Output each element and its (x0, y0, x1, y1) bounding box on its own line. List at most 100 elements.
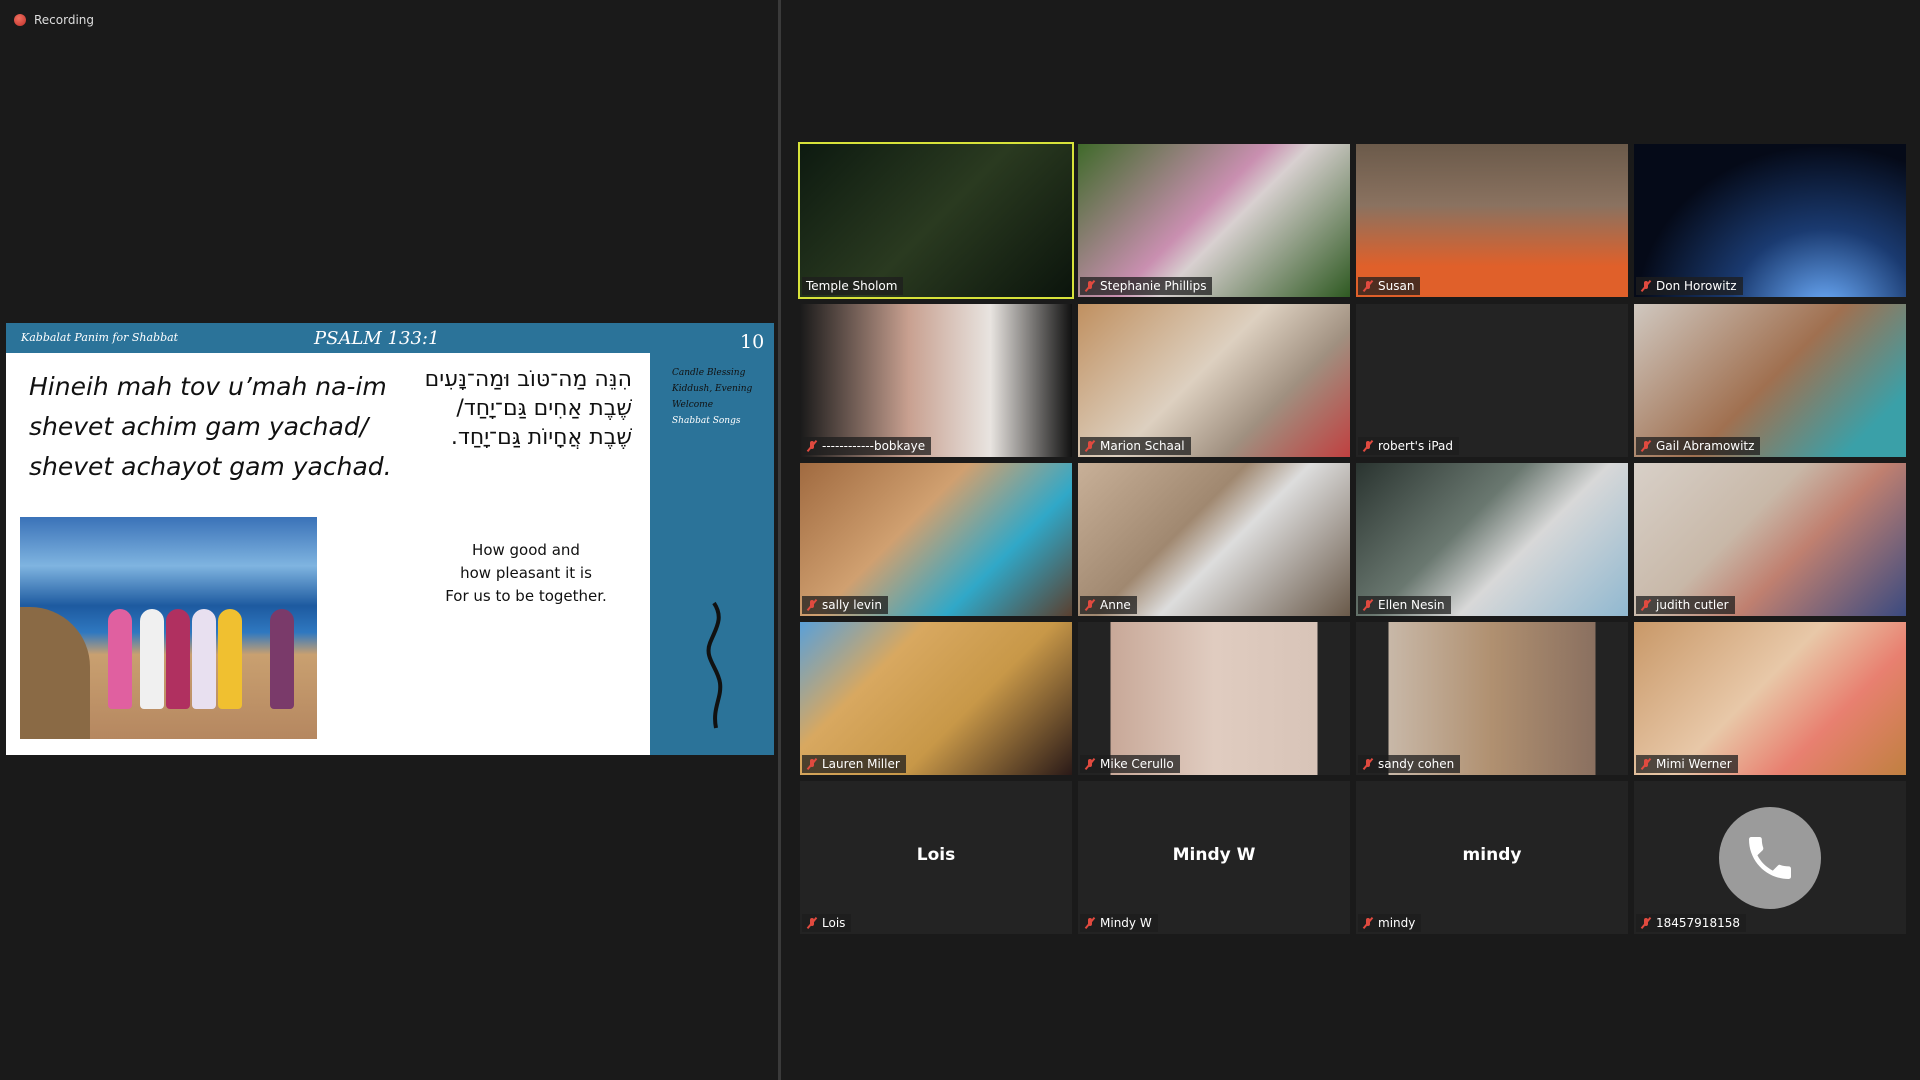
slide-page-number: 10 (740, 331, 765, 353)
participant-tile[interactable]: mindy mindy (1356, 781, 1628, 934)
slide-header-left: Kabbalat Panim for Shabbat (21, 331, 179, 344)
slide-nav: Candle Blessing Kiddush, Evening Welcome… (672, 365, 752, 429)
participant-tile[interactable]: Gail Abramowitz (1634, 304, 1906, 457)
participant-name: Mimi Werner (1656, 757, 1732, 771)
participant-video (800, 463, 1072, 616)
participant-tile[interactable]: Don Horowitz (1634, 144, 1906, 297)
participant-name: mindy (1378, 916, 1416, 930)
participant-name-tag: Ellen Nesin (1358, 596, 1451, 614)
muted-mic-icon (806, 758, 818, 770)
slide-body: Hineih mah tov u’mah na-im shevet achim … (6, 353, 650, 755)
hebrew-line: שֶׁבֶת אֲחָיוֹת גַּם־יָחַד. (450, 425, 632, 450)
participant-name-tag: mindy (1358, 914, 1422, 932)
participant-video (1634, 304, 1906, 457)
english-line: For us to be together. (445, 587, 607, 605)
participant-video (800, 622, 1072, 775)
participant-tile[interactable]: Temple Sholom (798, 142, 1074, 299)
participant-name-tag: ------------bobkaye (802, 437, 932, 455)
participant-tile[interactable]: Mindy W Mindy W (1078, 781, 1350, 934)
recording-label: Recording (34, 13, 95, 27)
muted-mic-icon (1640, 917, 1652, 929)
hebrew-text: הִנֵּה מַה־טּוֹב וּמַה־נָּעִים שֶׁבֶת אַ… (425, 365, 632, 452)
english-line: How good and (472, 541, 580, 559)
muted-mic-icon (1084, 758, 1096, 770)
participant-tile[interactable]: Anne (1078, 463, 1350, 616)
participant-name: ------------bobkaye (822, 439, 926, 453)
muted-mic-icon (1362, 599, 1374, 611)
english-line: how pleasant it is (460, 564, 592, 582)
participant-name: robert's iPad (1378, 439, 1454, 453)
muted-mic-icon (1362, 440, 1374, 452)
muted-mic-icon (1084, 917, 1096, 929)
muted-mic-icon (1640, 280, 1652, 292)
phone-icon (1719, 807, 1821, 909)
participant-tile[interactable]: Marion Schaal (1078, 304, 1350, 457)
participant-name-tag: Lauren Miller (802, 755, 906, 773)
participant-tile[interactable]: robert's iPad (1356, 304, 1628, 457)
participant-tile[interactable]: ------------bobkaye (800, 304, 1072, 457)
participant-name-tag: sandy cohen (1358, 755, 1461, 773)
participant-name: 18457918158 (1656, 916, 1740, 930)
participant-name-tag: robert's iPad (1358, 437, 1460, 455)
muted-mic-icon (806, 440, 818, 452)
participant-name-tag: Lois (802, 914, 852, 932)
participant-name-tag: Mike Cerullo (1080, 755, 1180, 773)
participant-name-tag: Gail Abramowitz (1636, 437, 1761, 455)
participant-name: Anne (1100, 598, 1131, 612)
participant-name-tag: 18457918158 (1636, 914, 1746, 932)
participant-video (800, 144, 1072, 297)
participant-name: Temple Sholom (806, 279, 898, 293)
participant-name-tag: Temple Sholom (802, 277, 904, 295)
muted-mic-icon (1362, 917, 1374, 929)
muted-mic-icon (1640, 440, 1652, 452)
participant-tile[interactable]: Lois Lois (800, 781, 1072, 934)
participant-tile[interactable]: Ellen Nesin (1356, 463, 1628, 616)
participant-name: Lauren Miller (822, 757, 900, 771)
participant-tile[interactable]: sandy cohen (1356, 622, 1628, 775)
muted-mic-icon (1084, 599, 1096, 611)
participant-name-tag: Mindy W (1080, 914, 1158, 932)
participant-display-name: Lois (916, 845, 956, 865)
participant-name: Don Horowitz (1656, 279, 1737, 293)
participant-name: judith cutler (1656, 598, 1729, 612)
participant-name-tag: Don Horowitz (1636, 277, 1743, 295)
muted-mic-icon (1084, 440, 1096, 452)
hebrew-line: הִנֵּה מַה־טּוֹב וּמַה־נָּעִים (424, 367, 632, 392)
participant-video (800, 304, 1072, 457)
participant-tile[interactable]: Mimi Werner (1634, 622, 1906, 775)
participant-name-tag: Stephanie Phillips (1080, 277, 1213, 295)
recording-indicator: Recording (14, 13, 94, 27)
participant-tile[interactable]: Mike Cerullo (1078, 622, 1350, 775)
participant-name: Ellen Nesin (1378, 598, 1445, 612)
participant-tile[interactable]: sally levin (800, 463, 1072, 616)
split-divider[interactable] (778, 0, 781, 1080)
participant-name: sandy cohen (1378, 757, 1455, 771)
muted-mic-icon (1084, 280, 1096, 292)
participant-name: Lois (822, 916, 846, 930)
participant-video (1078, 304, 1350, 457)
participant-tile[interactable]: Stephanie Phillips (1078, 144, 1350, 297)
shared-screen-slide: Kabbalat Panim for Shabbat PSALM 133:1 1… (6, 323, 774, 755)
participant-tile[interactable]: 18457918158 (1634, 781, 1906, 934)
participant-name-tag: Mimi Werner (1636, 755, 1738, 773)
participant-display-name: Mindy W (1172, 845, 1256, 865)
participant-tile[interactable]: Susan (1356, 144, 1628, 297)
participant-name: Susan (1378, 279, 1415, 293)
muted-mic-icon (806, 599, 818, 611)
translit-line: shevet achayot gam yachad. (29, 452, 392, 481)
participant-name: Marion Schaal (1100, 439, 1185, 453)
dancing-women-painting (20, 517, 317, 739)
slide-header: Kabbalat Panim for Shabbat PSALM 133:1 1… (6, 323, 774, 353)
muted-mic-icon (1640, 758, 1652, 770)
transliteration: Hineih mah tov u’mah na-im shevet achim … (29, 367, 392, 487)
participant-name: Mindy W (1100, 916, 1152, 930)
participant-tile[interactable]: Lauren Miller (800, 622, 1072, 775)
translit-line: shevet achim gam yachad/ (29, 412, 369, 441)
participant-video (1356, 622, 1628, 775)
muted-mic-icon (1362, 758, 1374, 770)
participant-video (1356, 463, 1628, 616)
slide-nav-item: Welcome (672, 400, 714, 410)
slide-nav-item: Candle Blessing (672, 368, 746, 378)
participant-tile[interactable]: judith cutler (1634, 463, 1906, 616)
translit-line: Hineih mah tov u’mah na-im (29, 372, 387, 401)
